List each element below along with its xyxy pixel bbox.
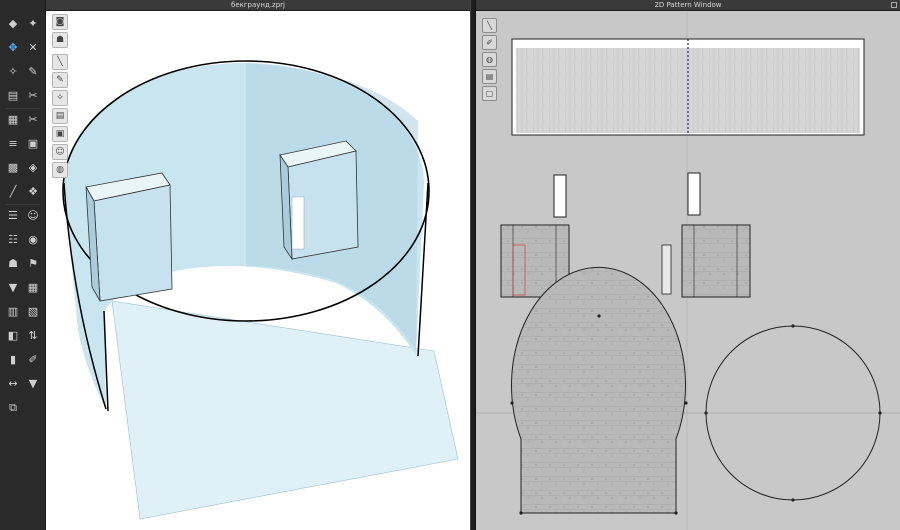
puckering-icon[interactable]: ☷: [4, 230, 22, 248]
2d-window-title: 2D Pattern Window: [476, 0, 900, 11]
arch-point-bl[interactable]: [519, 511, 523, 515]
avatar-icon[interactable]: ☗: [4, 254, 22, 272]
button-icon[interactable]: ❖: [24, 182, 42, 200]
tool-palette: ◆ ✦ ✥ ✕ ✧ ✎ ▤ ✂ ▦ ✂ ≡ ▣ ▩ ◈ ╱ ❖ ☰ ☺ ☷ ◉ ☗ ⚑ ▼ ▦ ▥ ▧ ◧ ⇅ ▮ ✐ ↔ ▼ ⧉: [0, 0, 46, 530]
fold-icon[interactable]: ▤: [4, 86, 22, 104]
cut-icon[interactable]: ✂: [24, 110, 42, 128]
wand-icon[interactable]: ✧: [52, 90, 68, 106]
skin-icon[interactable]: ☺: [52, 144, 68, 160]
needle-icon[interactable]: ╲: [52, 54, 68, 70]
copy-icon[interactable]: ⧉: [4, 398, 22, 416]
undock-icon[interactable]: [891, 2, 897, 8]
app-window: ◆ ✦ ✥ ✕ ✧ ✎ ▤ ✂ ▦ ✂ ≡ ▣ ▩ ◈ ╱ ❖ ☰ ☺ ☷ ◉ ☗ ⚑ ▼ ▦ ▥ ▧ ◧ ⇅ ▮ ✐ ↔ ▼ ⧉ бекгра…: [0, 0, 900, 530]
layer-icon[interactable]: ▧: [24, 302, 42, 320]
texture-view-icon[interactable]: ▤: [52, 108, 68, 124]
avatar-display-icon[interactable]: ☗: [52, 32, 68, 48]
edit-pattern-icon[interactable]: ✧: [4, 62, 22, 80]
tool-separator: [6, 108, 40, 109]
2d-pattern-window: 2D Pattern Window ╲ ✐ ◍ ▤ ▢: [476, 0, 900, 530]
arch-point-br[interactable]: [674, 511, 678, 515]
pattern-arch[interactable]: [511, 266, 686, 514]
box-left-front[interactable]: [93, 184, 173, 302]
gradient-icon[interactable]: ◧: [4, 326, 22, 344]
face-icon[interactable]: ☺: [24, 206, 42, 224]
shirt-icon[interactable]: ▼: [4, 278, 22, 296]
pattern-slot-right[interactable]: [687, 172, 701, 216]
arrange-icon[interactable]: ⇅: [24, 326, 42, 344]
fabric-icon[interactable]: ▣: [24, 134, 42, 152]
pattern-slot-center[interactable]: [661, 244, 672, 295]
strip-icon[interactable]: ▮: [4, 350, 22, 368]
segment-icon[interactable]: ≡: [4, 134, 22, 152]
3d-view-window: бекграунд.zprj ◙ ☗ ╲ ✎ ✧ ▤ ▣ ☺ ◍: [46, 0, 470, 530]
arch-point-top[interactable]: [597, 314, 601, 318]
globe-icon[interactable]: ◍: [52, 162, 68, 178]
book-icon[interactable]: ▥: [4, 302, 22, 320]
brush-icon[interactable]: ✎: [24, 62, 42, 80]
3d-window-title: бекграунд.zprj: [46, 0, 470, 11]
pattern-view-icon[interactable]: ▣: [52, 126, 68, 142]
circle-point-left[interactable]: [704, 411, 708, 415]
grid-icon[interactable]: ▦: [24, 278, 42, 296]
circle-point-top[interactable]: [791, 324, 795, 328]
pen-2d-icon[interactable]: ✐: [482, 35, 497, 50]
circle-point-right[interactable]: [878, 411, 882, 415]
measure-icon[interactable]: ▦: [4, 110, 22, 128]
lock-2d-icon[interactable]: ▢: [482, 86, 497, 101]
brush-3d-icon[interactable]: ✎: [52, 72, 68, 88]
pattern-panel-right[interactable]: [681, 224, 751, 298]
circle-point-bottom[interactable]: [791, 498, 795, 502]
line-icon[interactable]: ╱: [4, 182, 22, 200]
piping-icon[interactable]: ◉: [24, 230, 42, 248]
zipper-icon[interactable]: ☰: [4, 206, 22, 224]
pin-icon[interactable]: ✕: [24, 38, 42, 56]
camera-icon[interactable]: ◙: [52, 14, 68, 30]
transform-icon[interactable]: ✥: [4, 38, 22, 56]
paint-icon[interactable]: ✐: [24, 350, 42, 368]
3d-viewport[interactable]: [46, 11, 470, 530]
tshirt-icon[interactable]: ▼: [24, 374, 42, 392]
globe-2d-icon[interactable]: ◍: [482, 52, 497, 67]
tack-icon[interactable]: ✂: [24, 86, 42, 104]
box-right-label-strip: [291, 196, 305, 250]
arch-point-left[interactable]: [510, 401, 514, 405]
arch-point-right[interactable]: [684, 401, 688, 405]
tool-separator: [6, 204, 40, 205]
select-icon[interactable]: ◆: [4, 14, 22, 32]
texture-icon[interactable]: ▩: [4, 158, 22, 176]
pattern-slot-left[interactable]: [553, 174, 567, 218]
graphic-icon[interactable]: ◈: [24, 158, 42, 176]
move-figure-icon[interactable]: ✦: [24, 14, 42, 32]
2d-pattern-canvas[interactable]: [476, 11, 900, 530]
hanger-icon[interactable]: ⚑: [24, 254, 42, 272]
fabric-2d-icon[interactable]: ▤: [482, 69, 497, 84]
sym-icon[interactable]: ↔: [4, 374, 22, 392]
needle-2d-icon[interactable]: ╲: [482, 18, 497, 33]
